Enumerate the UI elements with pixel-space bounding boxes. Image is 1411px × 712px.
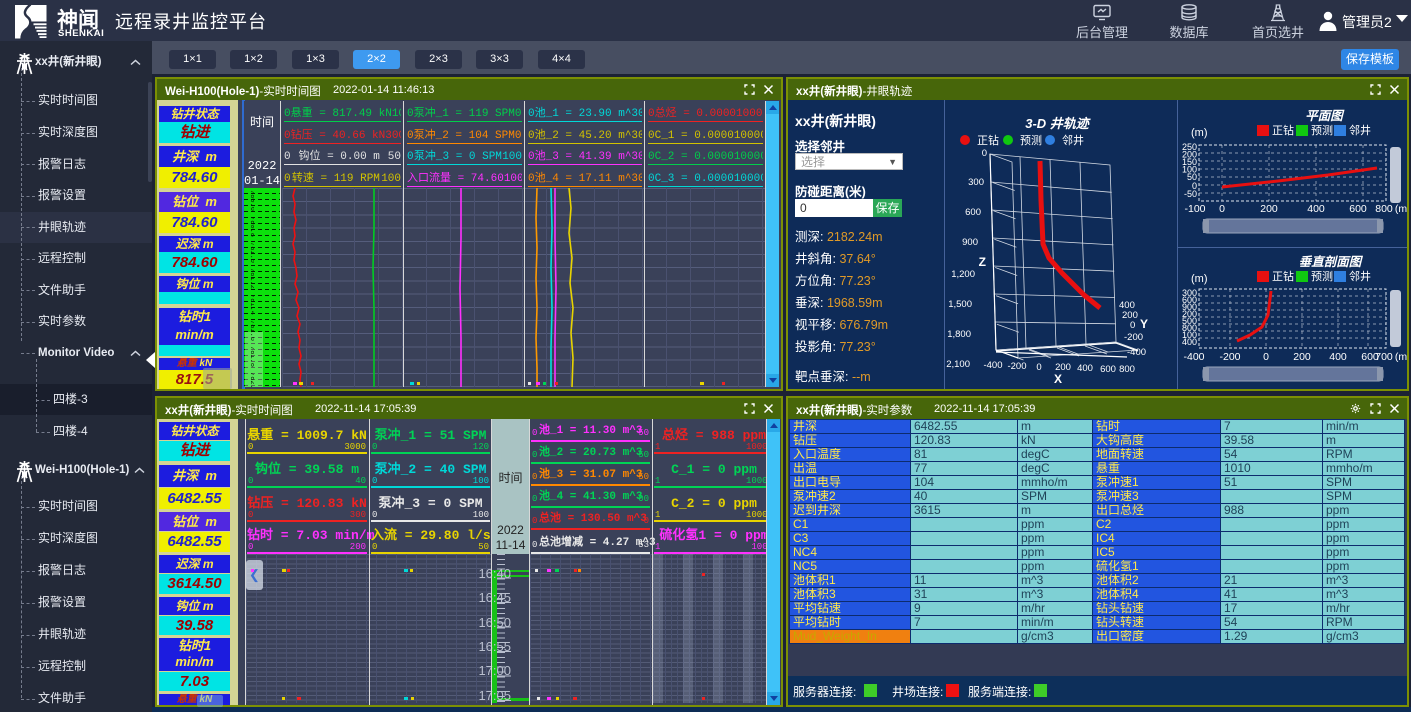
svg-text:400: 400 xyxy=(1307,203,1325,215)
svg-text:正钻: 正钻 xyxy=(1272,123,1294,137)
svg-text:600: 600 xyxy=(965,207,981,218)
svg-text:垂直剖面图: 垂直剖面图 xyxy=(1299,255,1364,269)
svg-text:780.6: 780.6 xyxy=(248,190,254,211)
svg-text:-400: -400 xyxy=(1183,351,1204,363)
svg-text:600: 600 xyxy=(1349,203,1367,215)
svg-text:0: 0 xyxy=(982,148,987,159)
svg-text:Y: Y xyxy=(1140,317,1148,331)
svg-text:400: 400 xyxy=(1329,351,1347,363)
svg-text:781.0: 781.0 xyxy=(248,242,254,263)
svg-text:预测: 预测 xyxy=(1311,270,1333,283)
svg-text:-100: -100 xyxy=(1184,203,1205,215)
svg-text:邻井: 邻井 xyxy=(1349,123,1371,137)
svg-text:3-D 井轨迹: 3-D 井轨迹 xyxy=(1025,116,1091,131)
svg-text:-200: -200 xyxy=(1219,351,1240,363)
svg-text:800: 800 xyxy=(1119,364,1135,375)
svg-text:400: 400 xyxy=(1182,337,1197,347)
svg-text:781.4: 781.4 xyxy=(248,294,254,315)
svg-text:200: 200 xyxy=(1260,203,1278,215)
svg-text:300: 300 xyxy=(968,177,984,188)
svg-text:780.8: 780.8 xyxy=(248,216,254,237)
svg-text:-400: -400 xyxy=(983,360,1002,371)
svg-text:900: 900 xyxy=(962,237,978,248)
svg-text:预测: 预测 xyxy=(1020,134,1042,147)
svg-text:200: 200 xyxy=(1293,351,1311,363)
svg-text:-200: -200 xyxy=(1124,332,1143,343)
svg-text:781.2: 781.2 xyxy=(248,268,254,289)
svg-text:预测: 预测 xyxy=(1311,124,1333,137)
svg-text:正钻: 正钻 xyxy=(1272,269,1294,283)
svg-text:400: 400 xyxy=(1077,363,1093,374)
svg-text:600: 600 xyxy=(1100,364,1116,375)
svg-text:Z: Z xyxy=(979,255,986,269)
svg-text:781.8: 781.8 xyxy=(248,346,254,367)
svg-text:X: X xyxy=(1054,372,1062,386)
svg-text:1,200: 1,200 xyxy=(951,269,975,280)
svg-text:(m: (m xyxy=(1395,351,1407,363)
svg-text:0: 0 xyxy=(1036,362,1041,373)
svg-text:0: 0 xyxy=(1263,351,1269,363)
svg-text:-200: -200 xyxy=(1007,361,1026,372)
svg-text:(m): (m) xyxy=(1191,273,1208,285)
svg-text:1,500: 1,500 xyxy=(948,299,972,310)
svg-text:-50: -50 xyxy=(1184,189,1197,199)
svg-text:781.6: 781.6 xyxy=(248,320,254,341)
svg-text:正钻: 正钻 xyxy=(977,133,999,147)
svg-text:800: 800 xyxy=(1375,203,1393,215)
svg-text:平面图: 平面图 xyxy=(1305,109,1345,123)
svg-text:-400: -400 xyxy=(1127,347,1146,358)
svg-text:(m: (m xyxy=(1395,203,1407,215)
svg-text:0: 0 xyxy=(1130,320,1135,331)
svg-text:邻井: 邻井 xyxy=(1062,133,1084,147)
svg-text:2,100: 2,100 xyxy=(946,359,970,370)
svg-text:(m): (m) xyxy=(1191,127,1208,139)
svg-text:邻井: 邻井 xyxy=(1349,269,1371,283)
svg-text:0: 0 xyxy=(1219,203,1225,215)
svg-text:782.0: 782.0 xyxy=(248,372,254,387)
svg-text:1,800: 1,800 xyxy=(947,329,971,340)
svg-text:700: 700 xyxy=(1375,351,1393,363)
